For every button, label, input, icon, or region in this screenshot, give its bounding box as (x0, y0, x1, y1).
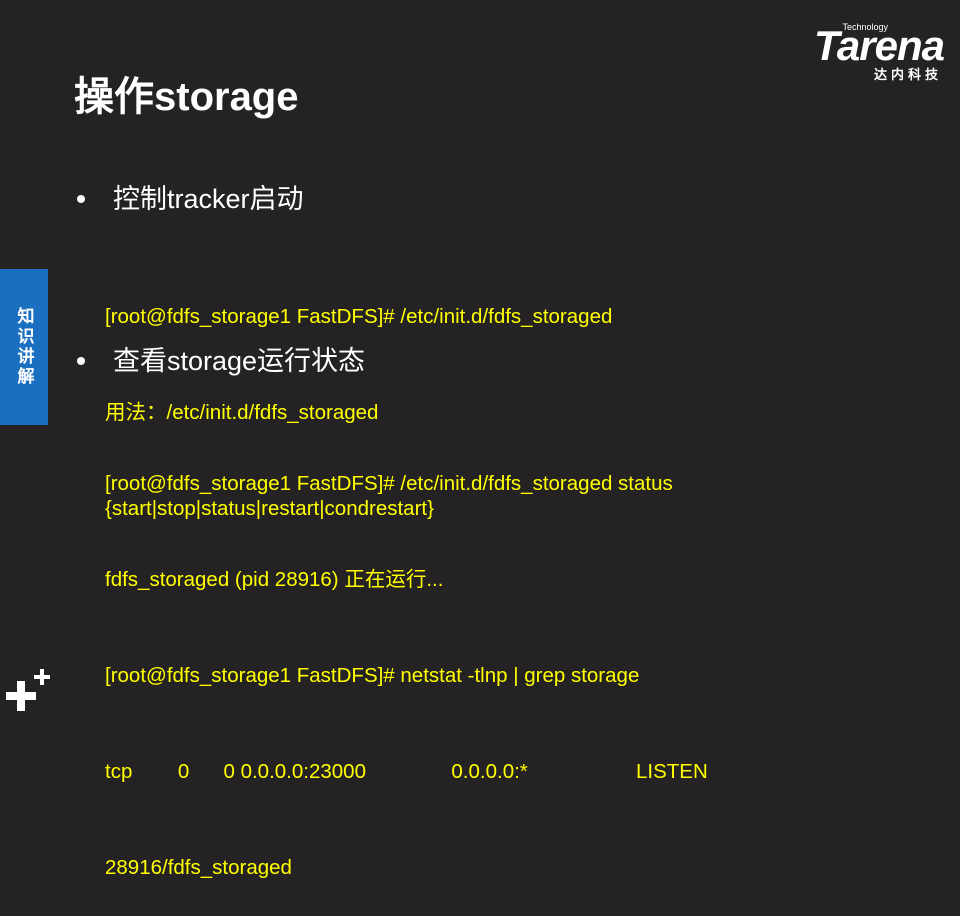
bullet-label: 控制tracker启动 (113, 184, 304, 214)
tarena-logo: Technology Tarena 达内科技 (782, 22, 945, 84)
side-tab: 知识讲解 (0, 269, 48, 425)
bullet-label: 查看storage运行状态 (113, 346, 366, 376)
code-line: tcp 0 0 0.0.0.0:23000 0.0.0.0:* LISTEN (105, 760, 708, 783)
code-line: 28916/fdfs_storaged (105, 856, 292, 879)
side-tab-label: 知识讲解 (13, 307, 34, 387)
bullet-item: 查看storage运行状态 (74, 344, 365, 378)
code-block: [root@fdfs_storage1 FastDFS]# /etc/init.… (105, 404, 708, 916)
logo-chinese-text: 达内科技 (873, 68, 942, 83)
bullet-dot-icon (77, 195, 85, 203)
plus-plus-icon (6, 669, 50, 711)
bullet-item: 控制tracker启动 (74, 182, 304, 216)
logo-wordmark: Tarena (813, 22, 945, 69)
code-line: [root@fdfs_storage1 FastDFS]# /etc/init.… (105, 472, 673, 495)
code-line: [root@fdfs_storage1 FastDFS]# netstat -t… (105, 664, 640, 687)
bullet-dot-icon (77, 357, 85, 365)
code-line: [root@fdfs_storage1 FastDFS]# /etc/init.… (105, 305, 613, 328)
slide-title: 操作storage (74, 75, 299, 119)
code-line: fdfs_storaged (pid 28916) 正在运行... (105, 568, 444, 591)
